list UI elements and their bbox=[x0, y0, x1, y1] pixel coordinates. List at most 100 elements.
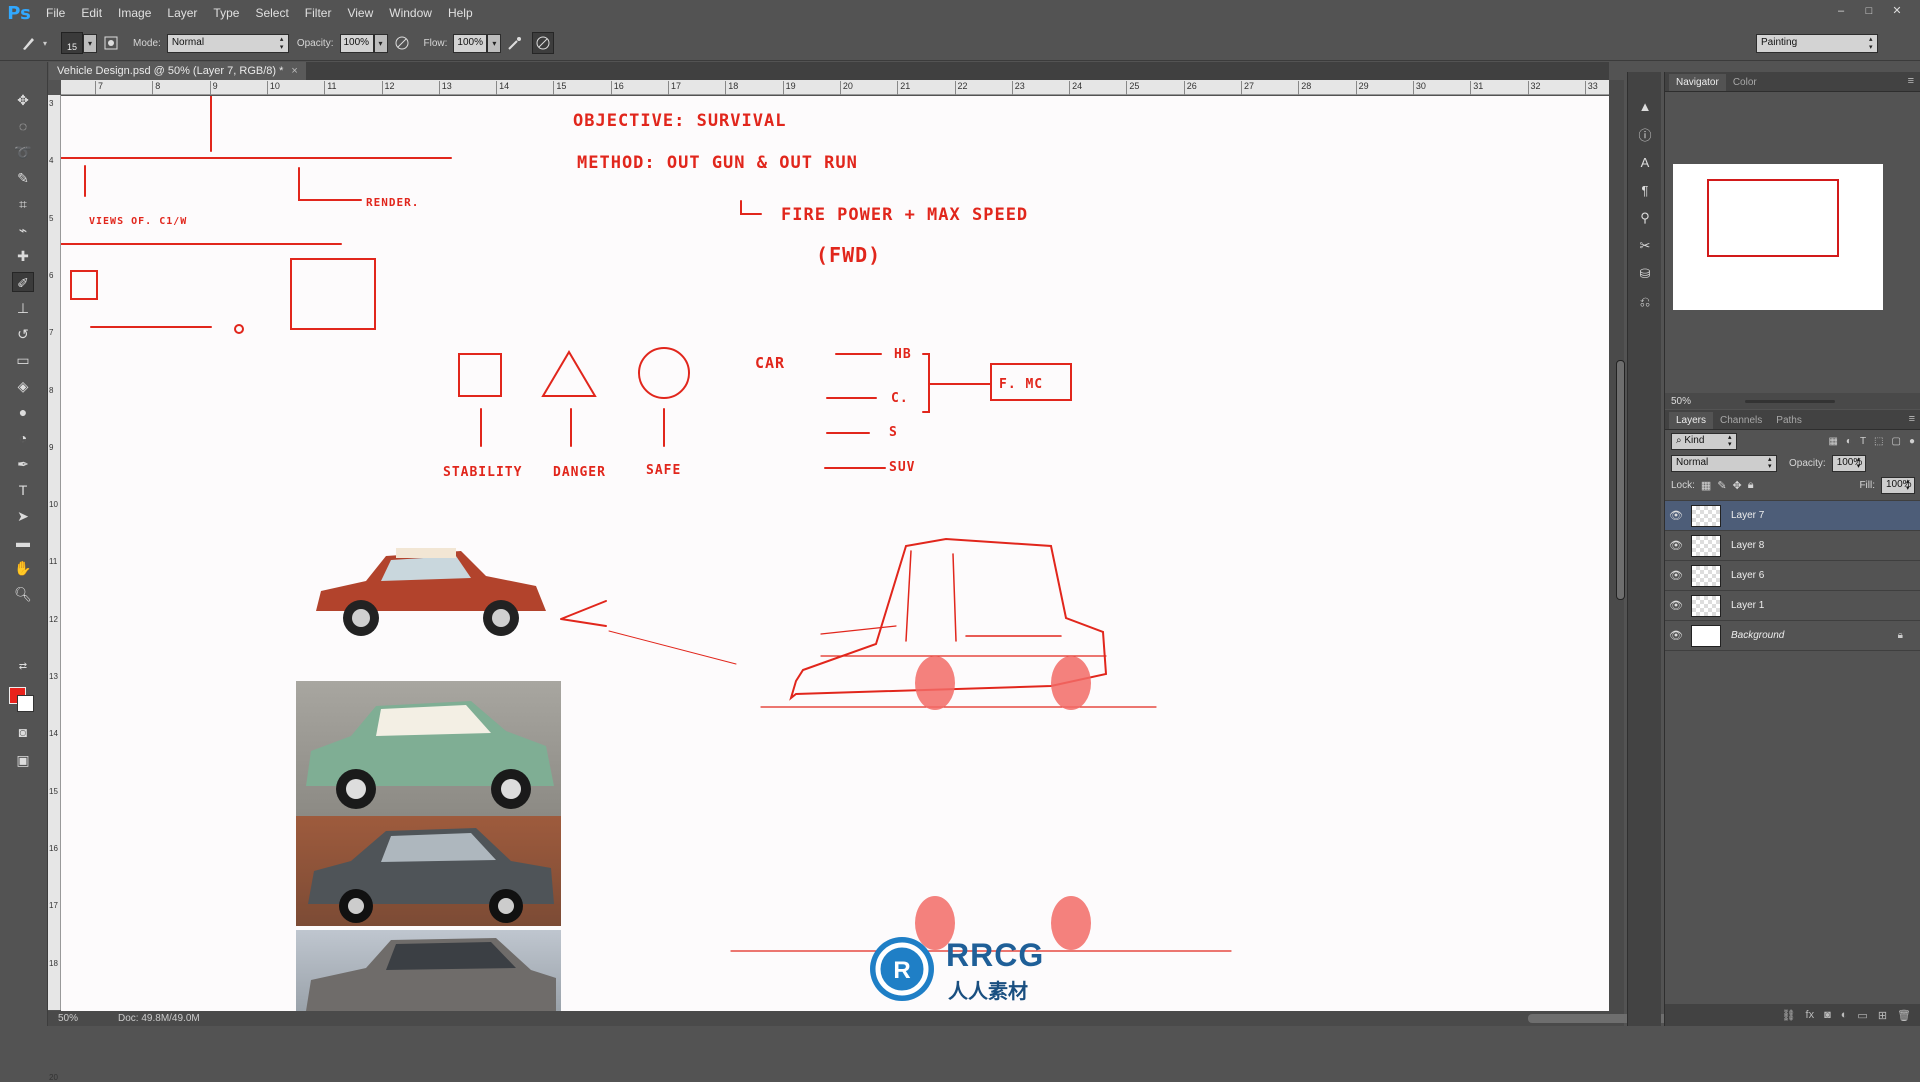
new-layer-icon[interactable]: ⊞ bbox=[1878, 1009, 1887, 1022]
filter-type-icon[interactable]: T bbox=[1860, 436, 1866, 447]
visibility-eye-icon[interactable]: 👁︎ bbox=[1665, 569, 1687, 582]
filter-adjustment-icon[interactable]: ◐ bbox=[1846, 436, 1852, 447]
mode-select[interactable]: Normal bbox=[166, 33, 289, 53]
layer-row[interactable]: 👁︎ Layer 1 bbox=[1665, 591, 1920, 621]
navigator-view-box[interactable] bbox=[1707, 179, 1839, 257]
lasso-tool-icon[interactable]: ➰ bbox=[12, 142, 34, 162]
layers-menu-icon[interactable]: ≡ bbox=[1903, 413, 1920, 429]
marquee-tool-icon[interactable]: ◌ bbox=[12, 116, 34, 136]
screen-mode-icon[interactable]: ▣ bbox=[12, 750, 34, 770]
menu-window[interactable]: Window bbox=[381, 6, 440, 20]
navigator-zoom-slider[interactable] bbox=[1745, 400, 1835, 403]
dodge-tool-icon[interactable]: ◔ bbox=[12, 428, 34, 448]
menu-filter[interactable]: Filter bbox=[297, 6, 340, 20]
opacity-field[interactable]: 100% bbox=[339, 33, 374, 53]
vertical-scrollbar[interactable] bbox=[1609, 80, 1625, 1011]
crop-tool-icon[interactable]: ⌗ bbox=[12, 194, 34, 214]
filter-shape-icon[interactable]: ⬚ bbox=[1874, 436, 1883, 447]
delete-layer-icon[interactable]: 🗑︎ bbox=[1897, 1009, 1911, 1022]
filter-toggle-icon[interactable]: ● bbox=[1909, 436, 1915, 447]
tab-layers[interactable]: Layers bbox=[1669, 412, 1714, 429]
menu-view[interactable]: View bbox=[339, 6, 381, 20]
menu-layer[interactable]: Layer bbox=[159, 6, 205, 20]
zoom-level[interactable]: 50% bbox=[58, 1013, 78, 1024]
opacity-slider-arrow[interactable]: ▾ bbox=[373, 33, 388, 53]
brush-panel-toggle-icon[interactable] bbox=[100, 32, 122, 54]
flow-field[interactable]: 100% bbox=[453, 33, 488, 53]
layer-row[interactable]: 👁︎ Layer 7 bbox=[1665, 501, 1920, 531]
lock-image-icon[interactable]: ✎ bbox=[1717, 479, 1726, 492]
menu-file[interactable]: File bbox=[38, 6, 73, 20]
quick-mask-icon[interactable]: ◙ bbox=[12, 722, 34, 742]
restore-icon[interactable]: □ bbox=[1856, 2, 1882, 20]
airbrush-icon[interactable] bbox=[504, 32, 526, 54]
panel-menu-icon[interactable]: ≡ bbox=[1902, 75, 1920, 91]
add-mask-icon[interactable]: ◙ bbox=[1824, 1009, 1831, 1021]
brush-size-picker[interactable]: 15 bbox=[61, 32, 84, 54]
eraser-tool-icon[interactable]: ▭ bbox=[12, 350, 34, 370]
swap-colors-icon[interactable]: ⇄ bbox=[12, 657, 34, 677]
brush-presets-icon[interactable]: ⚲ bbox=[1628, 204, 1662, 232]
menu-edit[interactable]: Edit bbox=[73, 6, 110, 20]
link-layers-icon[interactable]: ⛓ bbox=[1782, 1009, 1796, 1022]
paragraph-icon[interactable]: ¶ bbox=[1628, 176, 1662, 204]
visibility-eye-icon[interactable]: 👁︎ bbox=[1665, 599, 1687, 612]
tab-channels[interactable]: Channels bbox=[1713, 412, 1769, 429]
visibility-eye-icon[interactable]: 👁︎ bbox=[1665, 539, 1687, 552]
quick-select-tool-icon[interactable]: ✎ bbox=[12, 168, 34, 188]
lock-all-icon[interactable]: 🔒︎ bbox=[1748, 479, 1754, 492]
paint-bucket-tool-icon[interactable]: ◈ bbox=[12, 376, 34, 396]
tab-color[interactable]: Color bbox=[1726, 74, 1764, 91]
menu-image[interactable]: Image bbox=[110, 6, 159, 20]
history-icon[interactable]: ⎌ bbox=[1628, 288, 1662, 316]
clone-stamp-tool-icon[interactable]: ⊥ bbox=[12, 298, 34, 318]
brush-tool-icon[interactable] bbox=[18, 32, 40, 54]
tab-close-icon[interactable]: × bbox=[291, 65, 297, 77]
document-size[interactable]: Doc: 49.8M/49.0M bbox=[118, 1013, 200, 1024]
visibility-eye-icon[interactable]: 👁︎ bbox=[1665, 509, 1687, 522]
minimize-icon[interactable]: – bbox=[1828, 2, 1854, 20]
vertical-scroll-thumb[interactable] bbox=[1616, 360, 1625, 600]
zoom-tool-icon[interactable]: 🔍︎ bbox=[12, 584, 34, 604]
histogram-icon[interactable]: ▲ bbox=[1628, 92, 1662, 120]
pressure-size-icon[interactable] bbox=[532, 32, 555, 54]
horizontal-scrollbar[interactable] bbox=[828, 1011, 1920, 1026]
close-icon[interactable]: ✕ bbox=[1884, 2, 1910, 20]
tab-navigator[interactable]: Navigator bbox=[1669, 74, 1726, 91]
tab-paths[interactable]: Paths bbox=[1769, 412, 1809, 429]
adjustment-layer-icon[interactable]: ◐ bbox=[1841, 1009, 1848, 1021]
background-color-swatch[interactable] bbox=[17, 695, 34, 712]
path-select-tool-icon[interactable]: ➤ bbox=[12, 506, 34, 526]
navigator-preview[interactable] bbox=[1673, 164, 1883, 310]
menu-select[interactable]: Select bbox=[247, 6, 296, 20]
history-brush-tool-icon[interactable]: ↺ bbox=[12, 324, 34, 344]
layer-row[interactable]: 👁︎ Layer 8 bbox=[1665, 531, 1920, 561]
move-tool-icon[interactable]: ✥ bbox=[12, 90, 34, 110]
pen-tool-icon[interactable]: ✒ bbox=[12, 454, 34, 474]
new-group-icon[interactable]: ▭ bbox=[1857, 1009, 1867, 1022]
document-tab[interactable]: Vehicle Design.psd @ 50% (Layer 7, RGB/8… bbox=[49, 62, 306, 80]
layer-row[interactable]: 👁︎ Layer 6 bbox=[1665, 561, 1920, 591]
blend-mode-select[interactable]: Normal bbox=[1671, 454, 1777, 472]
visibility-eye-icon[interactable]: 👁︎ bbox=[1665, 629, 1687, 642]
fill-field[interactable]: 100% bbox=[1881, 476, 1915, 494]
lock-position-icon[interactable]: ✥ bbox=[1733, 479, 1742, 492]
eyedropper-tool-icon[interactable]: ⌁ bbox=[12, 220, 34, 240]
blur-tool-icon[interactable]: ● bbox=[12, 402, 34, 422]
character-icon[interactable]: A bbox=[1628, 148, 1662, 176]
document-canvas[interactable]: OBJECTIVE: SURVIVAL METHOD: OUT GUN & OU… bbox=[61, 96, 1609, 1011]
pressure-opacity-icon[interactable] bbox=[391, 32, 413, 54]
info-icon[interactable]: ⓘ bbox=[1628, 120, 1662, 148]
layer-style-icon[interactable]: fx bbox=[1806, 1009, 1815, 1021]
layer-row-background[interactable]: 👁︎ Background 🔒︎ bbox=[1665, 621, 1920, 651]
filter-pixel-icon[interactable]: ▦ bbox=[1828, 436, 1837, 447]
healing-brush-tool-icon[interactable]: ✚ bbox=[12, 246, 34, 266]
clone-source-icon[interactable]: ⛁ bbox=[1628, 260, 1662, 288]
navigator-zoom-value[interactable]: 50% bbox=[1671, 396, 1691, 407]
tool-presets-icon[interactable]: ✂ bbox=[1628, 232, 1662, 260]
rectangle-tool-icon[interactable]: ▬ bbox=[12, 532, 34, 552]
layer-opacity-field[interactable]: 100% bbox=[1831, 454, 1866, 472]
brush-tool-active-icon[interactable]: ✐ bbox=[12, 272, 34, 292]
filter-smart-icon[interactable]: ▢ bbox=[1892, 436, 1901, 447]
brush-picker-arrow[interactable]: ▾ bbox=[83, 33, 98, 53]
